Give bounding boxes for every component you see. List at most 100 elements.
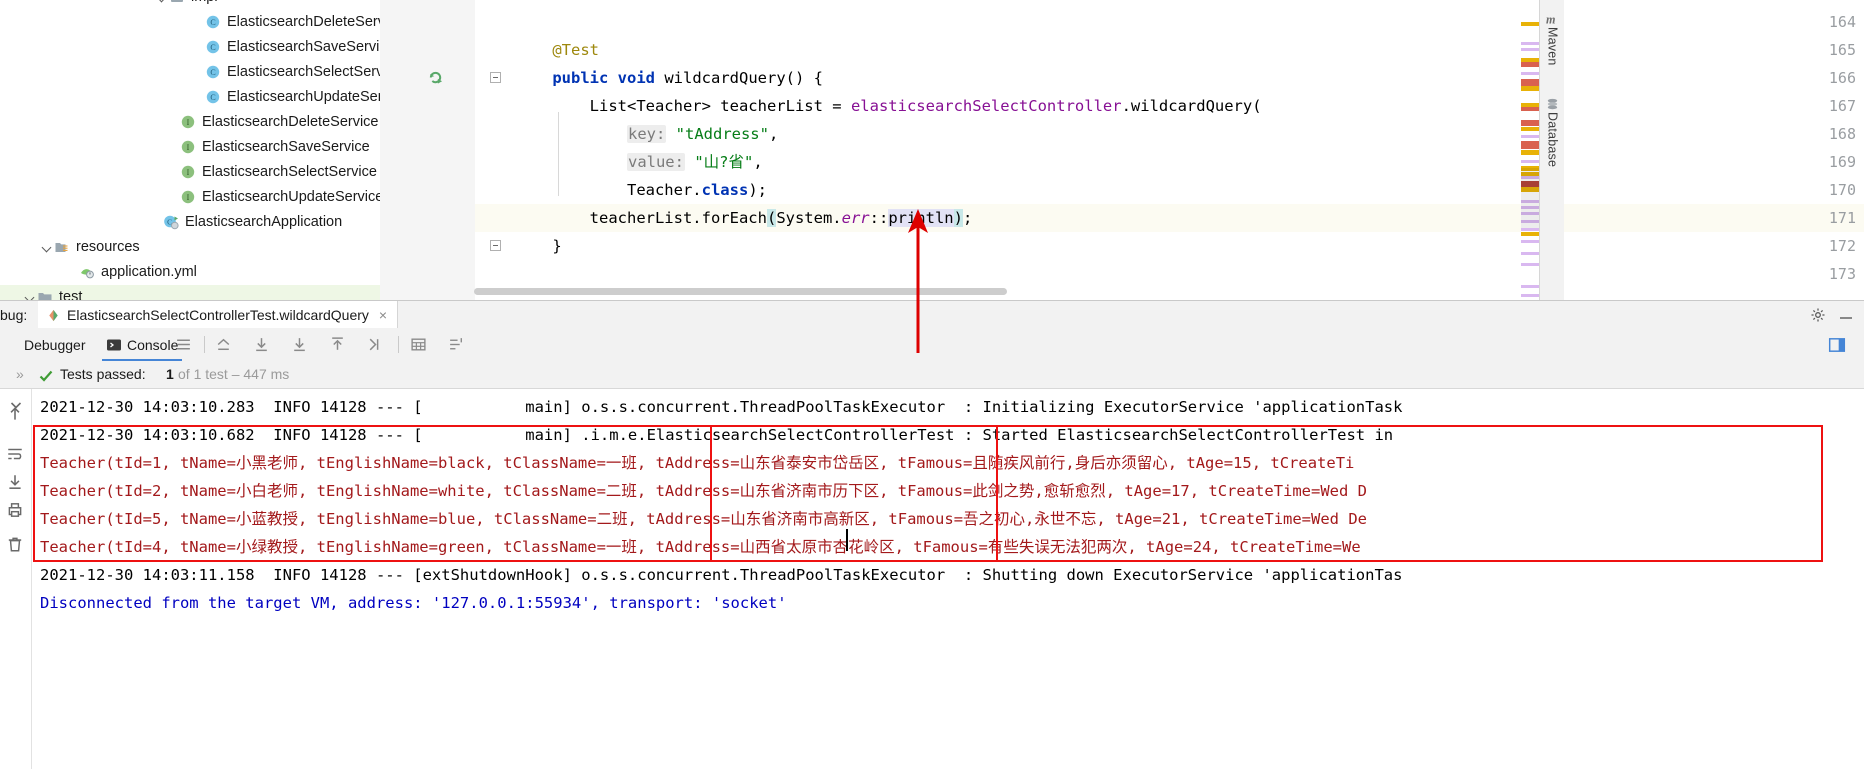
trash-icon[interactable] (6, 535, 24, 553)
code-token: wildcardQuery() { (655, 69, 823, 87)
expand-chevrons-icon[interactable]: » (16, 366, 24, 382)
springboot-class-icon: C (163, 214, 180, 231)
code-token: ; (962, 209, 973, 227)
console-icon (107, 339, 121, 350)
step-down-2-icon[interactable] (291, 336, 308, 353)
chevron-down-icon[interactable] (41, 241, 54, 254)
line-number: 168 (1828, 125, 1856, 143)
run-configuration-label: ElasticsearchSelectControllerTest.wildca… (67, 307, 369, 323)
error-stripe-mark[interactable] (1521, 150, 1539, 155)
toolbar-divider-2 (398, 336, 399, 353)
step-up-icon[interactable] (329, 336, 346, 353)
code-token: System. (776, 209, 842, 227)
tree-item-label: application.yml (101, 264, 197, 280)
console-line[interactable]: 2021-12-30 14:03:10.283 INFO 14128 --- [… (40, 393, 1402, 421)
line-number: 169 (1828, 153, 1856, 171)
code-token: .wildcardQuery( (1121, 97, 1262, 115)
error-stripe-mark[interactable] (1521, 141, 1539, 149)
code-token: teacherList.forEach (515, 209, 767, 227)
download-icon[interactable] (6, 473, 24, 491)
error-stripe-thumb[interactable] (1521, 168, 1539, 228)
code-line[interactable]: List<Teacher> teacherList = elasticsearc… (515, 92, 1262, 120)
error-stripe-mark[interactable] (1521, 62, 1539, 67)
code-token: key: (626, 125, 667, 143)
error-stripe-mark[interactable] (1521, 86, 1539, 91)
console-line[interactable]: 2021-12-30 14:03:11.158 INFO 14128 --- [… (40, 561, 1402, 589)
tree-item-label: resources (76, 239, 140, 255)
code-token: "山?省" (694, 153, 754, 171)
error-stripe-mark[interactable] (1521, 228, 1539, 231)
class-icon: C (205, 89, 222, 106)
minimize-icon[interactable] (1838, 307, 1854, 323)
error-stripe[interactable] (1521, 0, 1539, 300)
select-in-icon[interactable] (367, 336, 384, 353)
tab-console-label: Console (127, 336, 179, 353)
close-icon[interactable]: × (379, 307, 387, 323)
error-stripe-mark[interactable] (1521, 79, 1539, 86)
sidebar-item-maven[interactable]: m Maven (1540, 12, 1565, 66)
chevron-down-icon[interactable] (156, 0, 169, 4)
error-stripe-mark[interactable] (1521, 22, 1539, 26)
table-icon[interactable] (410, 336, 427, 353)
code-token: class (701, 181, 749, 199)
scroll-to-top-icon[interactable] (215, 336, 232, 353)
wrap-text-icon[interactable] (6, 445, 24, 463)
sidebar-label-maven: Maven (1545, 27, 1560, 66)
tab-debugger[interactable]: Debugger (18, 328, 92, 361)
svg-text:C: C (210, 68, 215, 77)
restore-layout-icon[interactable] (1828, 336, 1846, 354)
annotation-arrow (908, 209, 928, 353)
error-stripe-mark[interactable] (1521, 42, 1539, 45)
error-stripe-mark[interactable] (1521, 294, 1539, 297)
tree-item-label: ElasticsearchSaveService (202, 139, 370, 155)
code-token: ( (766, 209, 777, 227)
interface-icon: I (180, 164, 197, 181)
editor-gutter[interactable] (380, 0, 475, 300)
sidebar-item-database[interactable]: Database (1540, 97, 1565, 167)
tree-item-label: test (59, 289, 83, 300)
error-stripe-mark[interactable] (1521, 263, 1539, 266)
folder-icon (37, 289, 54, 300)
code-line[interactable]: public void wildcardQuery() { (515, 64, 823, 92)
interface-icon: I (180, 189, 197, 206)
print-icon[interactable] (6, 501, 24, 519)
run-test-icon[interactable] (428, 70, 443, 85)
debug-tool-window: bug: ElasticsearchSelectControllerTest.w… (0, 300, 1864, 769)
error-stripe-mark[interactable] (1521, 240, 1539, 243)
error-stripe-mark[interactable] (1521, 127, 1539, 131)
code-editor[interactable]: 164 165 @Test 166 public void wildcardQuer… (380, 0, 1864, 300)
scroll-up-icon[interactable] (6, 405, 24, 423)
svg-text:m: m (1546, 12, 1555, 26)
error-stripe-mark[interactable] (1521, 160, 1539, 163)
error-stripe-mark[interactable] (1521, 120, 1539, 126)
code-line[interactable]: } (515, 232, 561, 260)
editor-fold-gutter[interactable] (475, 0, 515, 300)
error-stripe-mark[interactable] (1521, 135, 1539, 138)
step-down-icon[interactable] (253, 336, 270, 353)
fold-marker[interactable] (490, 240, 501, 251)
soft-wrap-icon[interactable] (175, 336, 192, 353)
code-line[interactable]: @Test (515, 36, 599, 64)
chevron-down-icon[interactable] (24, 291, 37, 300)
line-number: 164 (1828, 13, 1856, 31)
error-stripe-mark[interactable] (1521, 107, 1539, 111)
svg-text:I: I (187, 193, 190, 202)
error-stripe-mark[interactable] (1521, 48, 1539, 51)
code-line[interactable]: value: "山?省", (515, 148, 763, 176)
console-line[interactable]: Disconnected from the target VM, address… (40, 589, 787, 617)
code-token: elasticsearchSelectController (850, 97, 1122, 115)
error-stripe-mark[interactable] (1521, 72, 1539, 75)
code-token: @Test (515, 41, 599, 59)
fold-marker[interactable] (490, 72, 501, 83)
line-number: 165 (1828, 41, 1856, 59)
error-stripe-mark[interactable] (1521, 252, 1539, 255)
settings-grid-icon[interactable] (448, 336, 465, 353)
gear-icon[interactable] (1810, 307, 1826, 323)
code-line[interactable]: Teacher.class); (515, 176, 767, 204)
run-configuration-tab[interactable]: ElasticsearchSelectControllerTest.wildca… (38, 301, 399, 329)
tab-console[interactable]: Console (100, 328, 184, 361)
code-line[interactable]: key: "tAddress", (515, 120, 778, 148)
error-stripe-mark[interactable] (1521, 285, 1539, 288)
error-stripe-mark[interactable] (1521, 232, 1539, 236)
